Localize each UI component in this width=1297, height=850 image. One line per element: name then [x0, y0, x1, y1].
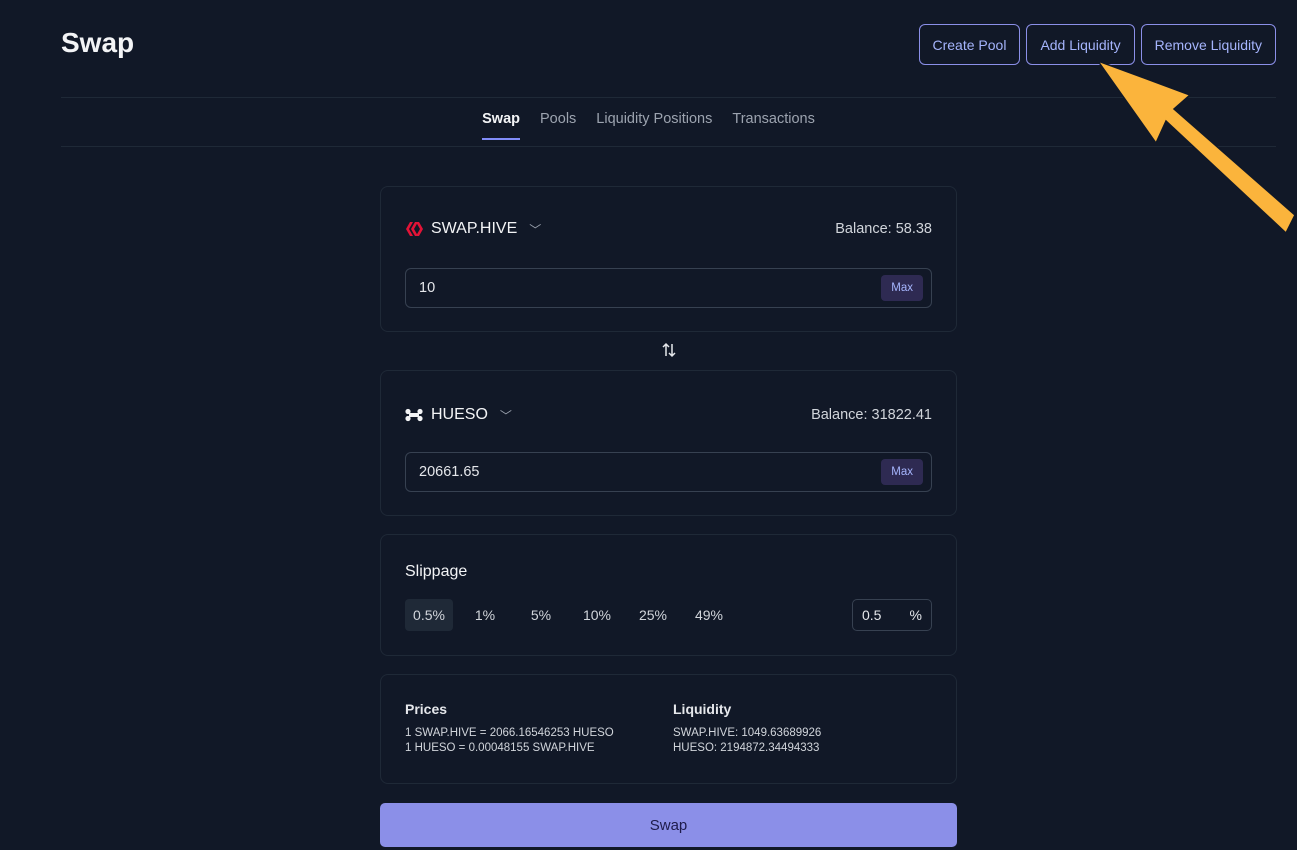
price-line: 1 SWAP.HIVE = 2066.16546253 HUESO: [405, 727, 614, 739]
to-token-symbol: HUESO: [431, 406, 488, 423]
to-token-balance: Balance: 31822.41: [811, 407, 932, 423]
slippage-option[interactable]: 5%: [517, 599, 565, 631]
tab-transactions[interactable]: Transactions: [732, 111, 814, 139]
slippage-custom-field: %: [852, 599, 932, 631]
to-token-card: HUESO ﹀ Balance: 31822.41 Max: [380, 370, 957, 516]
price-line: 1 HUESO = 0.00048155 SWAP.HIVE: [405, 742, 595, 754]
slippage-options: 0.5% 1% 5% 10% 25% 49%: [405, 599, 733, 631]
pool-info-card: Prices 1 SWAP.HIVE = 2066.16546253 HUESO…: [380, 674, 957, 784]
annotation-arrow-icon: [1095, 59, 1296, 235]
to-amount-field: Max: [405, 452, 932, 492]
chevron-down-icon: ﹀: [529, 222, 542, 237]
prices-title: Prices: [405, 701, 448, 717]
from-token-balance: Balance: 58.38: [835, 221, 932, 237]
create-pool-button[interactable]: Create Pool: [918, 24, 1021, 65]
slippage-option[interactable]: 49%: [685, 599, 733, 631]
prices-section: Prices 1 SWAP.HIVE = 2066.16546253 HUESO…: [405, 701, 614, 756]
tab-swap[interactable]: Swap: [482, 111, 520, 140]
chevron-down-icon: ﹀: [499, 408, 512, 423]
tab-liquidity-positions[interactable]: Liquidity Positions: [596, 111, 712, 139]
from-amount-field: Max: [405, 268, 932, 308]
tab-pools[interactable]: Pools: [540, 111, 576, 139]
liquidity-section: Liquidity SWAP.HIVE: 1049.63689926 HUESO…: [673, 701, 821, 756]
slippage-option[interactable]: 25%: [629, 599, 677, 631]
to-max-button[interactable]: Max: [881, 459, 923, 485]
slippage-option[interactable]: 1%: [461, 599, 509, 631]
from-amount-input[interactable]: [419, 280, 882, 296]
from-token-card: SWAP.HIVE ﹀ Balance: 58.38 Max: [380, 186, 957, 332]
slippage-card: Slippage 0.5% 1% 5% 10% 25% 49% %: [380, 534, 957, 656]
liquidity-line: HUESO: 2194872.34494333: [673, 742, 820, 754]
swap-button[interactable]: Swap: [380, 803, 957, 847]
slippage-custom-input[interactable]: [862, 607, 910, 623]
slippage-option[interactable]: 0.5%: [405, 599, 453, 631]
from-max-button[interactable]: Max: [881, 275, 923, 301]
to-token-select[interactable]: HUESO ﹀: [405, 406, 512, 424]
from-token-select[interactable]: SWAP.HIVE ﹀: [405, 220, 541, 238]
slippage-title: Slippage: [405, 563, 468, 580]
hive-icon: [406, 222, 423, 236]
page-title: Swap: [61, 27, 135, 58]
swap-direction-icon[interactable]: [658, 339, 680, 361]
liquidity-line: SWAP.HIVE: 1049.63689926: [673, 727, 822, 739]
slippage-option[interactable]: 10%: [573, 599, 621, 631]
to-amount-input[interactable]: [419, 464, 882, 480]
liquidity-title: Liquidity: [673, 701, 732, 717]
slippage-unit: %: [909, 607, 922, 623]
bone-icon: [405, 408, 423, 422]
from-token-symbol: SWAP.HIVE: [431, 220, 518, 237]
